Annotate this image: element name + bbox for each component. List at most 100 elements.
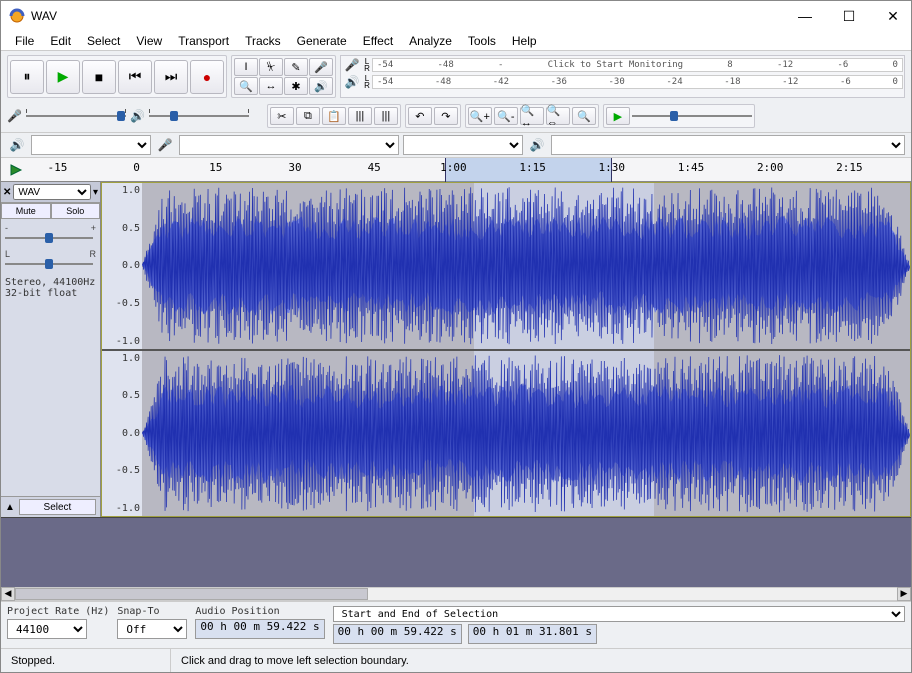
menu-transport[interactable]: Transport — [170, 32, 237, 50]
track-select-button[interactable]: Select — [19, 499, 96, 515]
rec-device-mic-icon: 🎤 — [155, 138, 175, 152]
selection-end-value[interactable]: 00 h 01 m 31.801 s — [468, 624, 597, 644]
selection-tool[interactable]: I — [234, 58, 258, 76]
play-meter-scale[interactable]: -54 -48 -42 -36 -30 -24 -18 -12 -6 0 — [372, 75, 903, 89]
gain-slider[interactable] — [5, 233, 93, 243]
waveform-right-channel[interactable] — [142, 351, 910, 517]
undo-button[interactable]: ↶ — [408, 107, 432, 125]
menu-effect[interactable]: Effect — [355, 32, 401, 50]
rec-meter-lr: LR — [362, 58, 372, 72]
fit-project-button[interactable]: 🔍⇔ — [546, 107, 570, 125]
play-button[interactable]: ▶ — [46, 60, 80, 94]
scroll-thumb[interactable] — [15, 588, 368, 600]
play-spk-icon: 🔊 — [130, 109, 145, 123]
selection-toolbar: Project Rate (Hz) 44100 Snap-To Off Audi… — [1, 601, 911, 648]
undo-toolbar: ↶ ↷ — [405, 104, 461, 128]
edit-toolbar: ✂ ⧉ 📋 ||| ||| — [267, 104, 401, 128]
trim-button[interactable]: ||| — [348, 107, 372, 125]
waveform-left-channel[interactable] — [142, 183, 910, 349]
skip-start-button[interactable]: ⏮ — [118, 60, 152, 94]
pan-slider[interactable] — [5, 259, 93, 269]
speaker-icon[interactable]: 🔊 — [309, 77, 333, 95]
skip-end-button[interactable]: ⏭ — [154, 60, 188, 94]
close-button[interactable]: ✕ — [883, 8, 903, 25]
project-rate-label: Project Rate (Hz) — [7, 606, 109, 617]
zoom-in-button[interactable]: 🔍+ — [468, 107, 492, 125]
waveform-container: 1.00.50.0-0.5-1.0 1.00.50.0-0.5-1.0 — [101, 182, 911, 517]
track-name-dropdown[interactable]: WAV — [13, 184, 91, 200]
collapse-track-icon[interactable]: ▲ — [5, 502, 15, 513]
rec-mic-icon: 🎤 — [7, 109, 22, 123]
audio-host-icon: 🔊 — [7, 138, 27, 152]
zoom-out-button[interactable]: 🔍- — [494, 107, 518, 125]
rec-device-select[interactable] — [179, 135, 399, 155]
play-volume-slider[interactable] — [149, 111, 249, 121]
silence-button[interactable]: ||| — [374, 107, 398, 125]
mic-icon[interactable]: 🎤 — [309, 58, 333, 76]
titlebar: WAV — ☐ ✕ — [1, 1, 911, 31]
playback-speed-slider[interactable] — [632, 111, 752, 121]
track-control-panel: ✕ WAV ▾ Mute Solo -+ LR Stereo, 44100Hz … — [1, 182, 101, 517]
menu-tools[interactable]: Tools — [460, 32, 504, 50]
play-head-marker[interactable] — [1, 163, 31, 177]
menu-generate[interactable]: Generate — [289, 32, 355, 50]
timeshift-tool[interactable]: ↔ — [259, 77, 283, 95]
menu-tracks[interactable]: Tracks — [237, 32, 289, 50]
play-meter-lr: LR — [362, 75, 372, 89]
paste-button[interactable]: 📋 — [322, 107, 346, 125]
selection-start-value[interactable]: 00 h 00 m 59.422 s — [333, 624, 462, 644]
rec-volume-slider[interactable] — [26, 111, 126, 121]
redo-button[interactable]: ↷ — [434, 107, 458, 125]
menu-file[interactable]: File — [7, 32, 42, 50]
scroll-right-button[interactable]: ▶ — [897, 587, 911, 601]
menu-select[interactable]: Select — [79, 32, 128, 50]
meters: 🎤 LR -54 -48 - Click to Start Monitoring… — [340, 55, 905, 98]
draw-tool[interactable]: ✎ — [284, 58, 308, 76]
envelope-tool[interactable]: ⏧ — [259, 58, 283, 76]
timeline[interactable]: -1501530451:001:151:301:452:002:15 — [1, 158, 911, 182]
menu-help[interactable]: Help — [504, 32, 545, 50]
fit-selection-button[interactable]: 🔍↔ — [520, 107, 544, 125]
solo-button[interactable]: Solo — [51, 203, 101, 219]
transport-toolbar: ⏸ ▶ ■ ⏮ ⏭ ● — [7, 55, 227, 98]
multi-tool[interactable]: ✱ — [284, 77, 308, 95]
menubar: File Edit Select View Transport Tracks G… — [1, 31, 911, 51]
zoom-tool[interactable]: 🔍 — [234, 77, 258, 95]
project-rate-select[interactable]: 44100 — [7, 619, 87, 639]
mute-button[interactable]: Mute — [1, 203, 51, 219]
status-hint: Click and drag to move left selection bo… — [171, 649, 911, 672]
audio-host-select[interactable] — [31, 135, 151, 155]
menu-analyze[interactable]: Analyze — [401, 32, 460, 50]
rec-meter-scale[interactable]: -54 -48 - Click to Start Monitoring 8 -1… — [372, 58, 903, 72]
snap-to-select[interactable]: Off — [117, 619, 187, 639]
pause-button[interactable]: ⏸ — [10, 60, 44, 94]
time-ruler[interactable]: -1501530451:001:151:301:452:002:15 — [31, 158, 911, 182]
rec-meter-mic-icon[interactable]: 🎤 — [342, 58, 362, 72]
menu-view[interactable]: View — [128, 32, 170, 50]
scroll-left-button[interactable]: ◀ — [1, 587, 15, 601]
rec-channels-select[interactable] — [403, 135, 523, 155]
cursor-tools-toolbar: I ⏧ ✎ 🎤 🔍 ↔ ✱ 🔊 — [231, 55, 336, 98]
copy-button[interactable]: ⧉ — [296, 107, 320, 125]
track-info: Stereo, 44100Hz 32-bit float — [1, 273, 100, 496]
play-meter-spk-icon[interactable]: 🔊 — [342, 75, 362, 89]
stop-button[interactable]: ■ — [82, 60, 116, 94]
track-menu-chevron-icon[interactable]: ▾ — [93, 187, 98, 198]
zoom-toggle-button[interactable]: 🔍 — [572, 107, 596, 125]
audio-position-value[interactable]: 00 h 00 m 59.422 s — [195, 619, 324, 639]
audio-position-label: Audio Position — [195, 606, 324, 617]
menu-edit[interactable]: Edit — [42, 32, 79, 50]
minimize-button[interactable]: — — [795, 8, 815, 25]
play-device-select[interactable] — [551, 135, 905, 155]
horizontal-scrollbar[interactable]: ◀ ▶ — [1, 587, 911, 601]
record-button[interactable]: ● — [190, 60, 224, 94]
device-toolbar: 🔊 🎤 🔊 — [1, 133, 911, 158]
maximize-button[interactable]: ☐ — [839, 8, 859, 25]
cut-button[interactable]: ✂ — [270, 107, 294, 125]
rec-volume-slider-group: 🎤 🔊 — [7, 109, 249, 123]
selection-format-select[interactable]: Start and End of Selection — [333, 606, 905, 622]
empty-track-area[interactable] — [1, 517, 911, 587]
track-close-button[interactable]: ✕ — [3, 187, 11, 198]
window-title: WAV — [31, 9, 795, 23]
play-at-speed-button[interactable]: ▶ — [606, 107, 630, 125]
